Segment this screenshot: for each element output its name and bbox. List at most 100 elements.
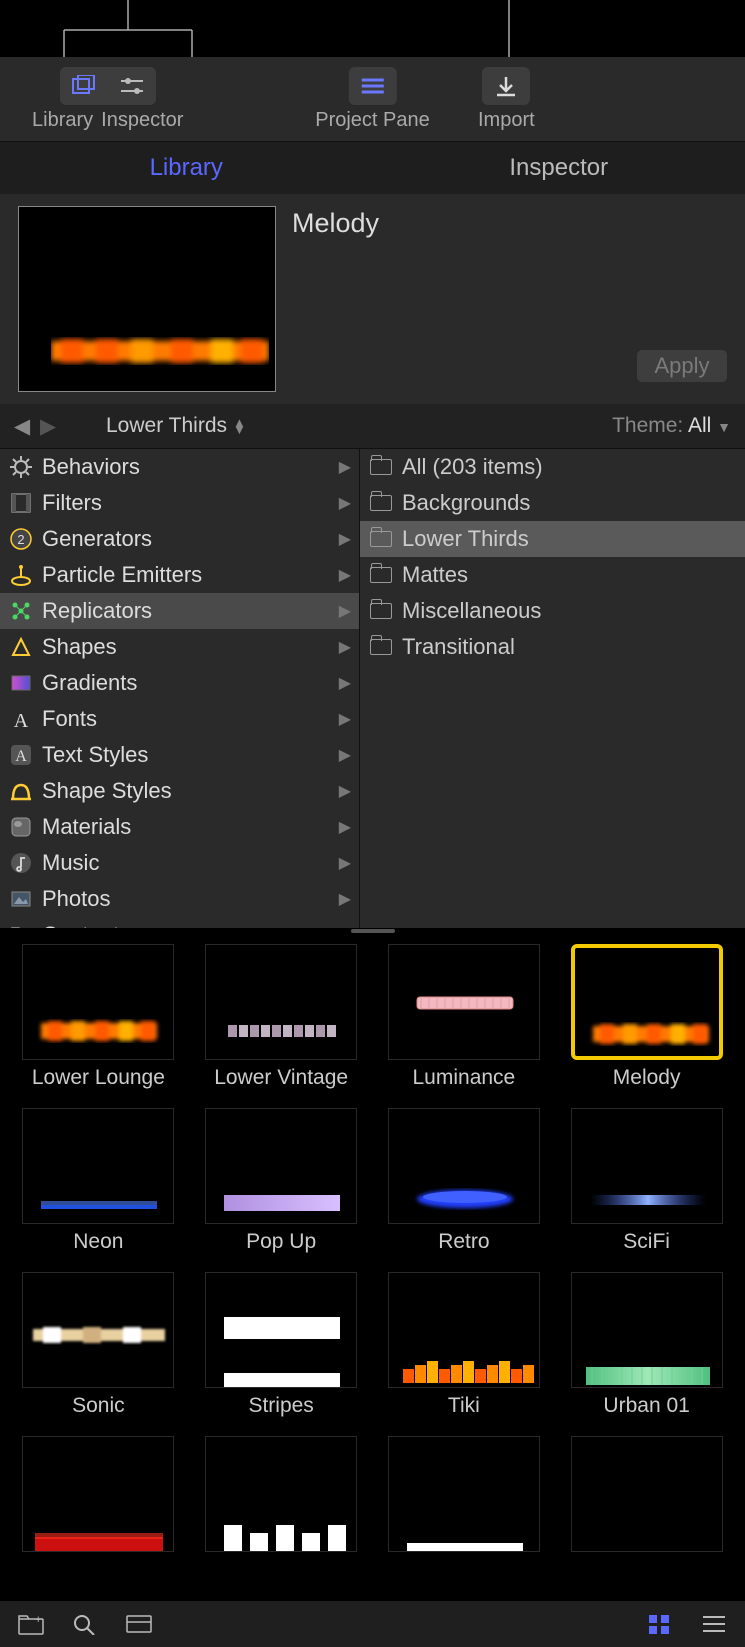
apply-button[interactable]: Apply (637, 350, 727, 382)
content-item[interactable]: Tiki (382, 1272, 547, 1418)
category-label: Materials (42, 814, 131, 840)
content-item[interactable]: Retro (382, 1108, 547, 1254)
subcategory-row[interactable]: Mattes (360, 557, 745, 593)
content-item[interactable]: Melody (564, 944, 729, 1090)
content-thumbnail (388, 1436, 540, 1552)
content-item[interactable]: Neon (16, 1108, 181, 1254)
chevron-right-icon: ▶ (339, 601, 351, 621)
nav-path[interactable]: Lower Thirds ▲▼ (106, 414, 246, 438)
import-button[interactable] (482, 67, 530, 105)
content-label: Tiki (448, 1394, 480, 1418)
tab-library[interactable]: Library (0, 142, 373, 194)
content-thumbnail (22, 1272, 174, 1388)
library-toggle-label: Library (32, 109, 93, 132)
subcategory-row[interactable]: Backgrounds (360, 485, 745, 521)
category-row[interactable]: Replicators ▶ (0, 593, 359, 629)
subcategory-row[interactable]: Lower Thirds (360, 521, 745, 557)
folder-icon (370, 495, 392, 511)
preview-area: Melody Apply (0, 194, 745, 404)
content-item[interactable]: Pop Up (199, 1108, 364, 1254)
category-row[interactable]: A Fonts ▶ (0, 701, 359, 737)
list-view-button[interactable] (701, 1613, 727, 1635)
content-item[interactable] (16, 1436, 181, 1558)
category-row[interactable]: Music ▶ (0, 845, 359, 881)
theme-selector[interactable]: Theme: All ▼ (612, 414, 731, 438)
content-thumbnail (205, 944, 357, 1060)
category-row[interactable]: Gradients ▶ (0, 665, 359, 701)
tab-bar: Library Inspector (0, 142, 745, 194)
filmstrip-icon (8, 490, 34, 516)
chevron-right-icon: ▶ (339, 889, 351, 909)
content-item[interactable] (564, 1436, 729, 1558)
content-thumbnail (571, 944, 723, 1060)
content-thumbnail (22, 1436, 174, 1552)
category-label: Music (42, 850, 99, 876)
resize-handle[interactable] (351, 929, 395, 933)
content-item[interactable] (382, 1436, 547, 1558)
gradient-icon (8, 670, 34, 696)
category-row[interactable]: Behaviors ▶ (0, 449, 359, 485)
content-label: Neon (73, 1230, 123, 1254)
material-icon (8, 814, 34, 840)
category-row[interactable]: 2 Generators ▶ (0, 521, 359, 557)
nav-forward-button[interactable]: ▶ (40, 414, 66, 439)
subcategory-label: Backgrounds (402, 490, 530, 516)
content-item[interactable]: Stripes (199, 1272, 364, 1418)
content-label: SciFi (623, 1230, 670, 1254)
content-item[interactable]: Urban 01 (564, 1272, 729, 1418)
category-row[interactable]: Materials ▶ (0, 809, 359, 845)
search-button[interactable] (72, 1613, 98, 1635)
list-icon (357, 76, 387, 96)
category-row[interactable]: Filters ▶ (0, 485, 359, 521)
chevron-right-icon: ▶ (339, 565, 351, 585)
grid-view-button[interactable] (647, 1613, 673, 1635)
content-item[interactable]: Sonic (16, 1272, 181, 1418)
chevron-right-icon: ▶ (339, 493, 351, 513)
folder-icon (370, 567, 392, 583)
subcategory-row[interactable]: Transitional (360, 629, 745, 665)
content-thumbnail (205, 1108, 357, 1224)
content-thumbnail (388, 944, 540, 1060)
content-item[interactable]: Lower Lounge (16, 944, 181, 1090)
category-row[interactable]: Particle Emitters ▶ (0, 557, 359, 593)
subcategory-row[interactable]: Miscellaneous (360, 593, 745, 629)
project-pane-button[interactable] (348, 67, 396, 105)
content-item[interactable] (199, 1436, 364, 1558)
content-label: Luminance (413, 1066, 516, 1090)
content-thumbnail (388, 1272, 540, 1388)
content-label: Lower Lounge (32, 1066, 165, 1090)
chevron-right-icon: ▶ (339, 925, 351, 928)
content-thumbnail (571, 1436, 723, 1552)
nav-back-button[interactable]: ◀ (14, 414, 40, 439)
chevron-right-icon: ▶ (339, 817, 351, 837)
category-label: Text Styles (42, 742, 148, 768)
folder-icon (370, 531, 392, 547)
content-item[interactable]: SciFi (564, 1108, 729, 1254)
subcategory-row[interactable]: All (203 items) (360, 449, 745, 485)
content-label: Pop Up (246, 1230, 316, 1254)
project-pane-label: Project Pane (315, 109, 430, 132)
sort-icon: ▲▼ (233, 419, 246, 433)
category-row[interactable]: Content ▶ (0, 917, 359, 928)
library-toggle-button[interactable] (60, 67, 108, 105)
category-label: Particle Emitters (42, 562, 202, 588)
category-row[interactable]: Shape Styles ▶ (0, 773, 359, 809)
inspector-toggle-button[interactable] (108, 67, 156, 105)
photos-icon (8, 886, 34, 912)
category-label: Filters (42, 490, 102, 516)
category-row[interactable]: Shapes ▶ (0, 629, 359, 665)
chevron-down-icon: ▼ (717, 419, 731, 435)
svg-text:2: 2 (17, 532, 24, 547)
tab-inspector[interactable]: Inspector (373, 142, 745, 194)
category-label: Shapes (42, 634, 117, 660)
new-folder-button[interactable]: + (18, 1613, 44, 1635)
chevron-right-icon: ▶ (339, 457, 351, 477)
shapestyle-icon (8, 778, 34, 804)
category-row[interactable]: Photos ▶ (0, 881, 359, 917)
callout-lines (0, 0, 745, 60)
preview-title: Melody (292, 208, 379, 239)
content-item[interactable]: Lower Vintage (199, 944, 364, 1090)
category-row[interactable]: A Text Styles ▶ (0, 737, 359, 773)
panel-toggle-button[interactable] (126, 1613, 152, 1635)
content-item[interactable]: Luminance (382, 944, 547, 1090)
